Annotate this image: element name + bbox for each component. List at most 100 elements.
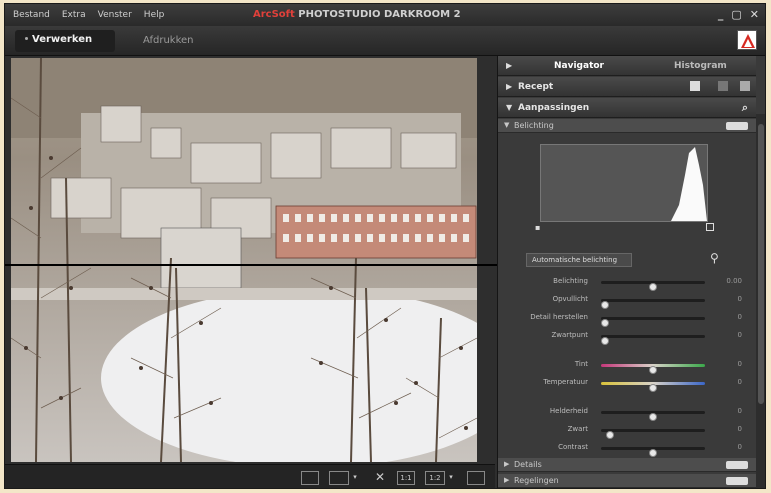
panel-scrollbar[interactable] xyxy=(756,114,765,488)
zoom-button[interactable]: 1:1 xyxy=(397,471,415,485)
bullet-icon xyxy=(25,37,28,40)
slider-knob[interactable] xyxy=(601,301,609,309)
recipe-label: Recept xyxy=(518,82,554,92)
slider-value: 0 xyxy=(737,360,742,368)
expand-arrow-icon[interactable]: ▶ xyxy=(506,61,512,70)
slider-track[interactable] xyxy=(601,382,705,392)
brand-name: ArcSoft xyxy=(253,9,295,20)
slider-track[interactable] xyxy=(601,364,705,374)
slider-row-contrast: Contrast 0 xyxy=(498,441,756,457)
menu-bar: Bestand Extra Venster Help xyxy=(13,10,164,20)
recipe-save-icon[interactable] xyxy=(690,81,700,91)
fullscreen-icon[interactable] xyxy=(467,471,485,485)
slider-row-black: Zwart 0 xyxy=(498,423,756,439)
slider-track[interactable] xyxy=(601,411,705,421)
slider-track[interactable] xyxy=(601,447,705,457)
slider-value: 0 xyxy=(737,425,742,433)
search-icon[interactable]: ⌕ xyxy=(742,101,748,115)
photo-image xyxy=(11,58,477,462)
white-clip-indicator[interactable] xyxy=(706,223,714,231)
slider-row-brightness: Helderheid 0 xyxy=(498,405,756,421)
slider-knob[interactable] xyxy=(605,431,614,439)
app-title: ArcSoft PHOTOSTUDIO DARKROOM 2 xyxy=(253,9,461,20)
controls-section-header[interactable]: ▶ Regelingen xyxy=(498,474,756,488)
slider-row-blackpoint: Zwartpunt 0 xyxy=(498,329,756,345)
exposure-section-label: Belichting xyxy=(514,121,554,130)
scrollbar-thumb[interactable] xyxy=(758,124,764,404)
slider-knob[interactable] xyxy=(601,319,609,327)
slider-row-temperature: Temperatuur 0 xyxy=(498,376,756,392)
menu-item-help[interactable]: Help xyxy=(144,10,165,20)
fit-button[interactable]: 1:2 xyxy=(425,471,445,485)
slider-row-fill-light: Opvullicht 0 xyxy=(498,293,756,309)
slider-value: 0.00 xyxy=(726,277,742,285)
slider-track[interactable] xyxy=(601,429,705,439)
close-button[interactable]: ✕ xyxy=(750,8,759,21)
histogram-graph xyxy=(541,145,707,221)
slider-knob[interactable] xyxy=(649,283,657,291)
slider-knob[interactable] xyxy=(649,449,657,457)
side-panel: ▶ Navigator Histogram ▶ Recept ▼ Aanpass… xyxy=(497,56,765,488)
slider-label: Opvullicht xyxy=(552,295,588,303)
product-name: PHOTOSTUDIO DARKROOM 2 xyxy=(298,9,461,20)
exposure-section-header[interactable]: ▼ Belichting xyxy=(498,119,756,133)
slider-label: Zwartpunt xyxy=(551,331,589,339)
tab-navigator[interactable]: Navigator xyxy=(554,61,604,71)
tab-histogram[interactable]: Histogram xyxy=(674,61,727,71)
chevron-down-icon[interactable]: ▾ xyxy=(351,471,359,485)
tab-edit[interactable]: Verwerken xyxy=(15,30,115,52)
chevron-down-icon[interactable]: ▾ xyxy=(447,471,455,485)
slider-knob[interactable] xyxy=(601,337,609,345)
tab-edit-label: Verwerken xyxy=(32,34,93,45)
recipe-grid-icon[interactable] xyxy=(718,81,728,91)
tab-print[interactable]: Afdrukken xyxy=(143,35,194,46)
view-mode-icon[interactable] xyxy=(329,471,349,485)
details-section-label: Details xyxy=(514,460,542,469)
slider-label: Contrast xyxy=(558,443,588,451)
section-toggle[interactable] xyxy=(726,461,748,469)
guide-line xyxy=(5,264,517,266)
navigator-header: ▶ Navigator Histogram xyxy=(498,56,756,76)
menu-item-window[interactable]: Venster xyxy=(98,10,132,20)
slider-knob[interactable] xyxy=(649,413,657,421)
adjustments-header[interactable]: ▼ Aanpassingen ⌕ xyxy=(498,98,756,118)
histogram xyxy=(540,144,708,222)
auto-exposure-button[interactable]: Automatische belichting xyxy=(526,253,632,267)
details-section-header[interactable]: ▶ Details xyxy=(498,458,756,472)
expand-arrow-icon: ▶ xyxy=(504,460,510,468)
slider-value: 0 xyxy=(737,313,742,321)
slider-value: 0 xyxy=(737,295,742,303)
slider-label: Detail herstellen xyxy=(530,313,588,321)
slider-value: 0 xyxy=(737,443,742,451)
compare-icon[interactable] xyxy=(301,471,319,485)
crop-icon[interactable]: ✕ xyxy=(371,471,389,485)
slider-row-tint: Tint 0 xyxy=(498,358,756,374)
slider-label: Belichting xyxy=(553,277,588,285)
slider-row-exposure: Belichting 0.00 xyxy=(498,275,756,291)
title-bar: Bestand Extra Venster Help ArcSoft PHOTO… xyxy=(5,4,765,26)
slider-track[interactable] xyxy=(601,335,705,345)
collapse-arrow-icon: ▼ xyxy=(504,121,510,129)
black-clip-indicator[interactable]: ▪ xyxy=(535,223,540,232)
section-toggle[interactable] xyxy=(726,122,748,130)
maximize-button[interactable]: ▢ xyxy=(731,8,741,21)
slider-track[interactable] xyxy=(601,317,705,327)
slider-track[interactable] xyxy=(601,299,705,309)
minimize-button[interactable]: _ xyxy=(718,8,724,21)
slider-knob[interactable] xyxy=(649,366,657,374)
slider-row-recovery: Detail herstellen 0 xyxy=(498,311,756,327)
slider-label: Helderheid xyxy=(549,407,588,415)
bottom-toolbar: ▾ ✕ 1:1 1:2 ▾ xyxy=(5,464,495,488)
recipe-header[interactable]: ▶ Recept xyxy=(498,77,756,97)
controls-section-label: Regelingen xyxy=(514,476,559,485)
section-toggle[interactable] xyxy=(726,477,748,485)
mode-bar: Verwerken Afdrukken xyxy=(5,26,765,56)
menu-item-extra[interactable]: Extra xyxy=(62,10,86,20)
slider-knob[interactable] xyxy=(649,384,657,392)
slider-label: Zwart xyxy=(567,425,588,433)
menu-item-file[interactable]: Bestand xyxy=(13,10,50,20)
eyedropper-icon[interactable]: ⚲ xyxy=(710,251,719,265)
slider-track[interactable] xyxy=(601,281,705,291)
photo-canvas[interactable] xyxy=(11,58,477,462)
recipe-list-icon[interactable] xyxy=(740,81,750,91)
